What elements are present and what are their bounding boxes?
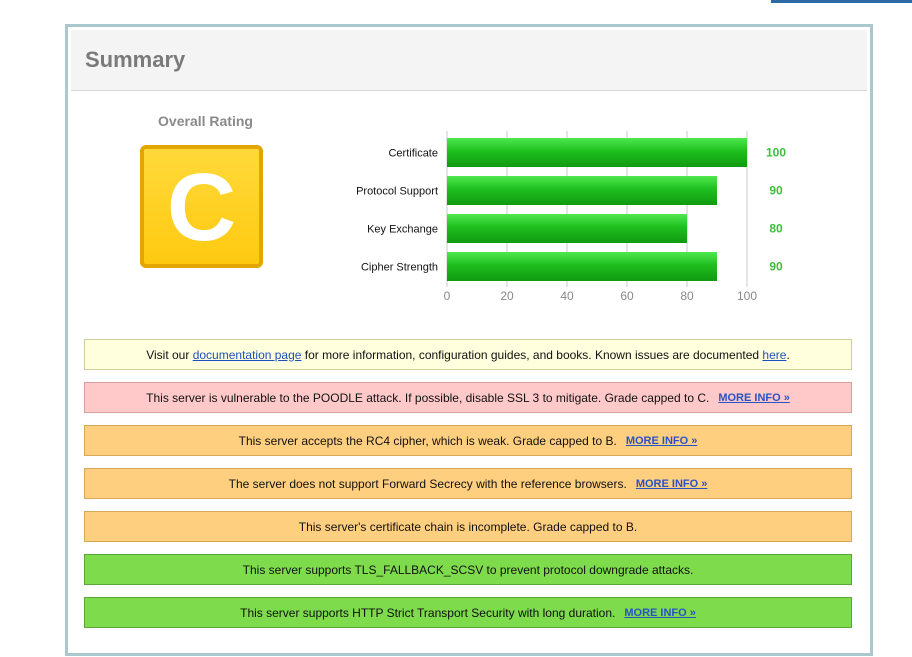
summary-title: Summary: [85, 47, 186, 72]
score-chart: 0 20 40 60 80 100 Certificate 100 Protocol Suppo…: [228, 127, 828, 317]
score-chart-svg: 0 20 40 60 80 100 Certificate 100 Protocol Suppo…: [356, 131, 786, 303]
chart-bar: [447, 252, 717, 281]
chart-bar: [447, 138, 747, 167]
notice-poodle-text: This server is vulnerable to the POODLE …: [146, 390, 710, 405]
top-divider: [771, 0, 912, 3]
chart-tick-label: 80: [680, 289, 694, 303]
notice-documentation-text-after: .: [786, 347, 790, 362]
chart-tick-label: 60: [620, 289, 634, 303]
poodle-more-info-link[interactable]: MORE INFO »: [718, 392, 790, 404]
chart-category-label: Protocol Support: [356, 186, 438, 198]
chart-value-label: 90: [769, 184, 783, 198]
notice-documentation-text-before: Visit our: [146, 347, 190, 362]
notice-documentation-text-middle: for more information, configuration guid…: [304, 347, 760, 362]
chart-tick-label: 40: [560, 289, 574, 303]
notice-hsts: This server supports HTTP Strict Transpo…: [84, 597, 852, 628]
notice-poodle: This server is vulnerable to the POODLE …: [84, 382, 852, 413]
notice-hsts-text: This server supports HTTP Strict Transpo…: [240, 605, 616, 620]
notice-forward-secrecy-text: The server does not support Forward Secr…: [228, 476, 627, 491]
grade-letter: C: [166, 153, 237, 261]
chart-category-label: Certificate: [388, 148, 438, 160]
notice-rc4: This server accepts the RC4 cipher, whic…: [84, 425, 852, 456]
chart-bar: [447, 214, 687, 243]
hsts-more-info-link[interactable]: MORE INFO »: [624, 607, 696, 619]
documentation-page-link[interactable]: documentation page: [193, 348, 302, 362]
chart-category-label: Cipher Strength: [361, 262, 438, 274]
notice-fallback-scsv: This server supports TLS_FALLBACK_SCSV t…: [84, 554, 852, 585]
rc4-more-info-link[interactable]: MORE INFO »: [626, 435, 698, 447]
summary-panel: Summary Overall Rating C 0 20 40 60 80 100 Cer…: [65, 24, 873, 656]
notice-documentation: Visit our documentation page for more in…: [84, 339, 852, 370]
notice-rc4-text: This server accepts the RC4 cipher, whic…: [238, 433, 617, 448]
notice-fallback-scsv-text: This server supports TLS_FALLBACK_SCSV t…: [242, 562, 694, 577]
chart-value-label: 80: [769, 222, 783, 236]
chart-tick-label: 100: [737, 289, 757, 303]
chart-tick-label: 20: [500, 289, 514, 303]
notice-certificate-chain: This server's certificate chain is incom…: [84, 511, 852, 542]
chart-category-label: Key Exchange: [367, 224, 438, 236]
summary-header: Summary: [71, 30, 867, 91]
notice-chain-text: This server's certificate chain is incom…: [298, 519, 638, 534]
known-issues-here-link[interactable]: here: [762, 348, 786, 362]
chart-tick-label: 0: [444, 289, 451, 303]
notice-forward-secrecy: The server does not support Forward Secr…: [84, 468, 852, 499]
chart-bar: [447, 176, 717, 205]
chart-value-label: 100: [766, 146, 786, 160]
chart-value-label: 90: [769, 260, 783, 274]
forward-secrecy-more-info-link[interactable]: MORE INFO »: [636, 478, 708, 490]
